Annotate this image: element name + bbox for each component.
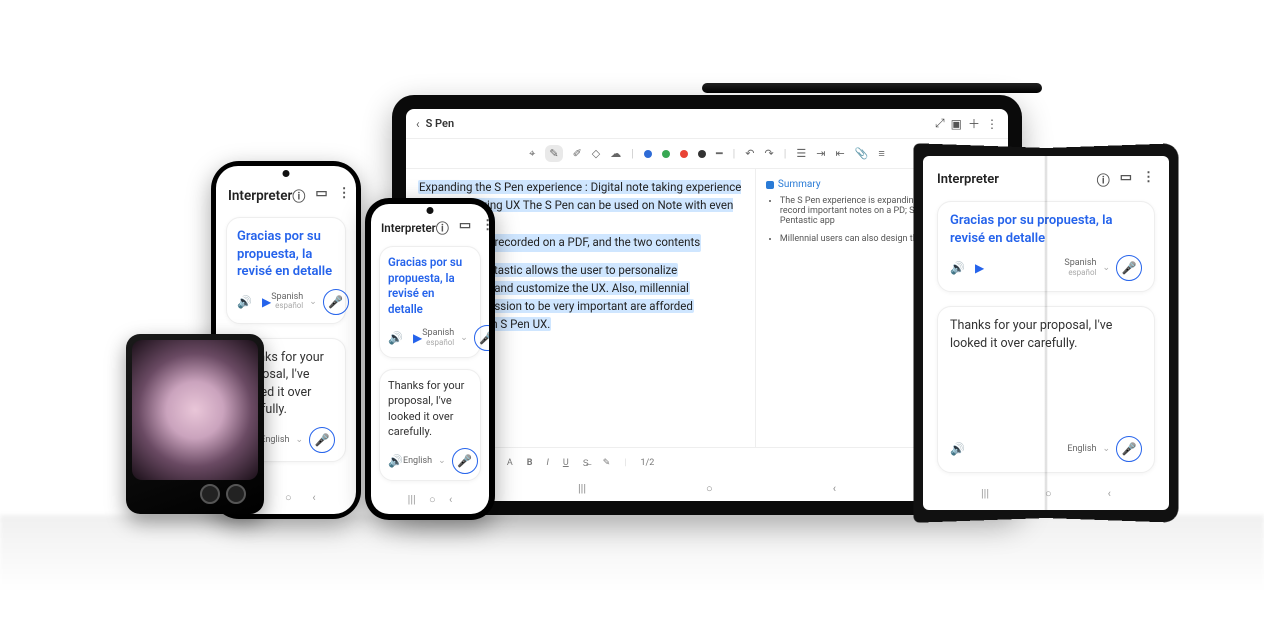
tool-eraser-icon[interactable]: ◇: [592, 147, 600, 160]
more-icon[interactable]: ⋮: [481, 218, 489, 237]
tgt-lang-label: English: [260, 435, 289, 445]
nav-recent-icon[interactable]: |||: [578, 482, 586, 495]
target-text: Thanks for your proposal, I've looked it…: [388, 378, 472, 440]
src-lang-sub: español: [422, 339, 454, 347]
source-card: Gracias por su propuesta, la revisé en d…: [226, 217, 346, 324]
mic-button[interactable]: 🎤: [323, 289, 349, 315]
color-swatch-green[interactable]: [662, 150, 670, 158]
tgt-lang-label: English: [1067, 444, 1096, 454]
tablet-header: ‹ S Pen ⤢ ▣ ＋ ⋮: [406, 109, 1008, 139]
layout-icon[interactable]: ▭: [315, 186, 327, 205]
chevron-down-icon[interactable]: ⌄: [438, 456, 446, 466]
layout-icon[interactable]: ▭: [1120, 170, 1132, 189]
redo-icon[interactable]: ↷: [764, 147, 773, 160]
chevron-down-icon[interactable]: ⌄: [1102, 263, 1110, 273]
strike-icon[interactable]: S̶: [583, 458, 589, 469]
fold-crease: [1045, 156, 1048, 510]
src-lang-sub: español: [1064, 269, 1096, 277]
chevron-down-icon[interactable]: ⌄: [309, 297, 317, 307]
fold-device: Interpreter ⓘ ▭ ⋮ Gracias por su propues…: [915, 148, 1177, 518]
tool-cloud-icon[interactable]: ☁: [610, 147, 621, 160]
italic-icon[interactable]: I: [546, 458, 548, 468]
camera-dot: [427, 207, 434, 214]
mic-button[interactable]: 🎤: [1116, 255, 1142, 281]
speaker-icon[interactable]: 🔊: [388, 454, 403, 468]
back-icon[interactable]: ‹: [416, 117, 420, 131]
info-icon[interactable]: ⓘ: [1097, 170, 1110, 189]
breadcrumb: S Pen: [426, 117, 455, 130]
flip-cameras: [200, 484, 246, 504]
mic-button[interactable]: 🎤: [1116, 436, 1142, 462]
floor-reflection: [0, 515, 1264, 625]
speaker-icon[interactable]: 🔊: [950, 261, 965, 275]
app-title: Interpreter: [381, 221, 436, 235]
play-icon[interactable]: ▶: [262, 295, 271, 309]
speaker-icon[interactable]: 🔊: [950, 442, 965, 456]
bold-icon[interactable]: B: [527, 458, 533, 468]
speaker-icon[interactable]: 🔊: [388, 331, 403, 345]
color-swatch-red[interactable]: [680, 150, 688, 158]
tool-select-icon[interactable]: ⌖: [529, 147, 535, 161]
info-icon[interactable]: ⓘ: [436, 218, 449, 237]
target-card: Thanks for your proposal, I've looked it…: [379, 369, 481, 481]
nav-recent-icon[interactable]: |||: [408, 493, 416, 506]
nav-home-icon[interactable]: ○: [429, 493, 436, 506]
speaker-icon[interactable]: 🔊: [237, 295, 252, 309]
align-icon[interactable]: ☰: [796, 147, 806, 160]
window-icon[interactable]: ▣: [951, 117, 962, 131]
chevron-down-icon[interactable]: ⌄: [460, 333, 468, 343]
play-icon[interactable]: ▶: [413, 331, 422, 345]
plus-icon[interactable]: ＋: [968, 115, 980, 132]
mic-button[interactable]: 🎤: [452, 448, 478, 474]
attach-icon[interactable]: 📎: [855, 147, 869, 160]
nav-back-icon[interactable]: ‹: [1108, 487, 1111, 500]
camera-dot: [283, 170, 290, 177]
more-icon[interactable]: ⋮: [338, 186, 351, 205]
source-text: Gracias por su propuesta, la revisé en d…: [388, 255, 472, 317]
info-icon[interactable]: ⓘ: [292, 186, 305, 205]
source-card: Gracias por su propuesta, la revisé en d…: [379, 246, 481, 358]
nav-back-icon[interactable]: ‹: [449, 493, 452, 506]
menu-icon[interactable]: ≡: [878, 147, 884, 160]
tool-highlighter-icon[interactable]: ✐: [573, 147, 582, 160]
zoom-label: 1/2: [640, 458, 654, 468]
tgt-lang-label: English: [403, 456, 432, 466]
nav-home-icon[interactable]: ○: [706, 482, 713, 495]
play-icon[interactable]: ▶: [975, 261, 984, 275]
more-icon[interactable]: ⋮: [1142, 170, 1155, 189]
src-lang-sub: español: [271, 302, 303, 310]
layout-icon[interactable]: ▭: [459, 218, 471, 237]
nav-back-icon[interactable]: ‹: [833, 482, 836, 495]
chevron-down-icon[interactable]: ⌄: [1102, 444, 1110, 454]
expand-icon[interactable]: ⤢: [935, 116, 945, 131]
highlight-icon[interactable]: ✎: [603, 458, 611, 468]
color-swatch-black[interactable]: [698, 150, 706, 158]
mic-button[interactable]: 🎤: [474, 325, 489, 351]
flip-device: [126, 334, 264, 514]
chevron-down-icon[interactable]: ⌄: [295, 435, 303, 445]
tool-pen-icon[interactable]: ✎: [545, 145, 562, 162]
stroke-icon[interactable]: ━: [716, 147, 723, 160]
more-icon[interactable]: ⋮: [986, 117, 998, 131]
phone-small-device: Interpreter ⓘ ▭ ⋮ Gracias por su propues…: [365, 198, 495, 520]
nav-home-icon[interactable]: ○: [285, 491, 292, 504]
nav-back-icon[interactable]: ‹: [312, 491, 315, 504]
underline-icon[interactable]: U: [563, 458, 569, 468]
mic-button[interactable]: 🎤: [309, 427, 335, 453]
app-title: Interpreter: [937, 172, 999, 187]
outdent-icon[interactable]: ⇤: [835, 147, 844, 160]
nav-recent-icon[interactable]: |||: [981, 487, 989, 500]
indent-icon[interactable]: ⇥: [816, 147, 825, 160]
app-title: Interpreter: [228, 188, 292, 204]
color-swatch-blue[interactable]: [644, 150, 652, 158]
source-text: Gracias por su propuesta, la revisé en d…: [237, 228, 335, 281]
undo-icon[interactable]: ↶: [745, 147, 754, 160]
font-icon[interactable]: A: [507, 458, 513, 468]
flip-cover-display: [132, 340, 258, 480]
